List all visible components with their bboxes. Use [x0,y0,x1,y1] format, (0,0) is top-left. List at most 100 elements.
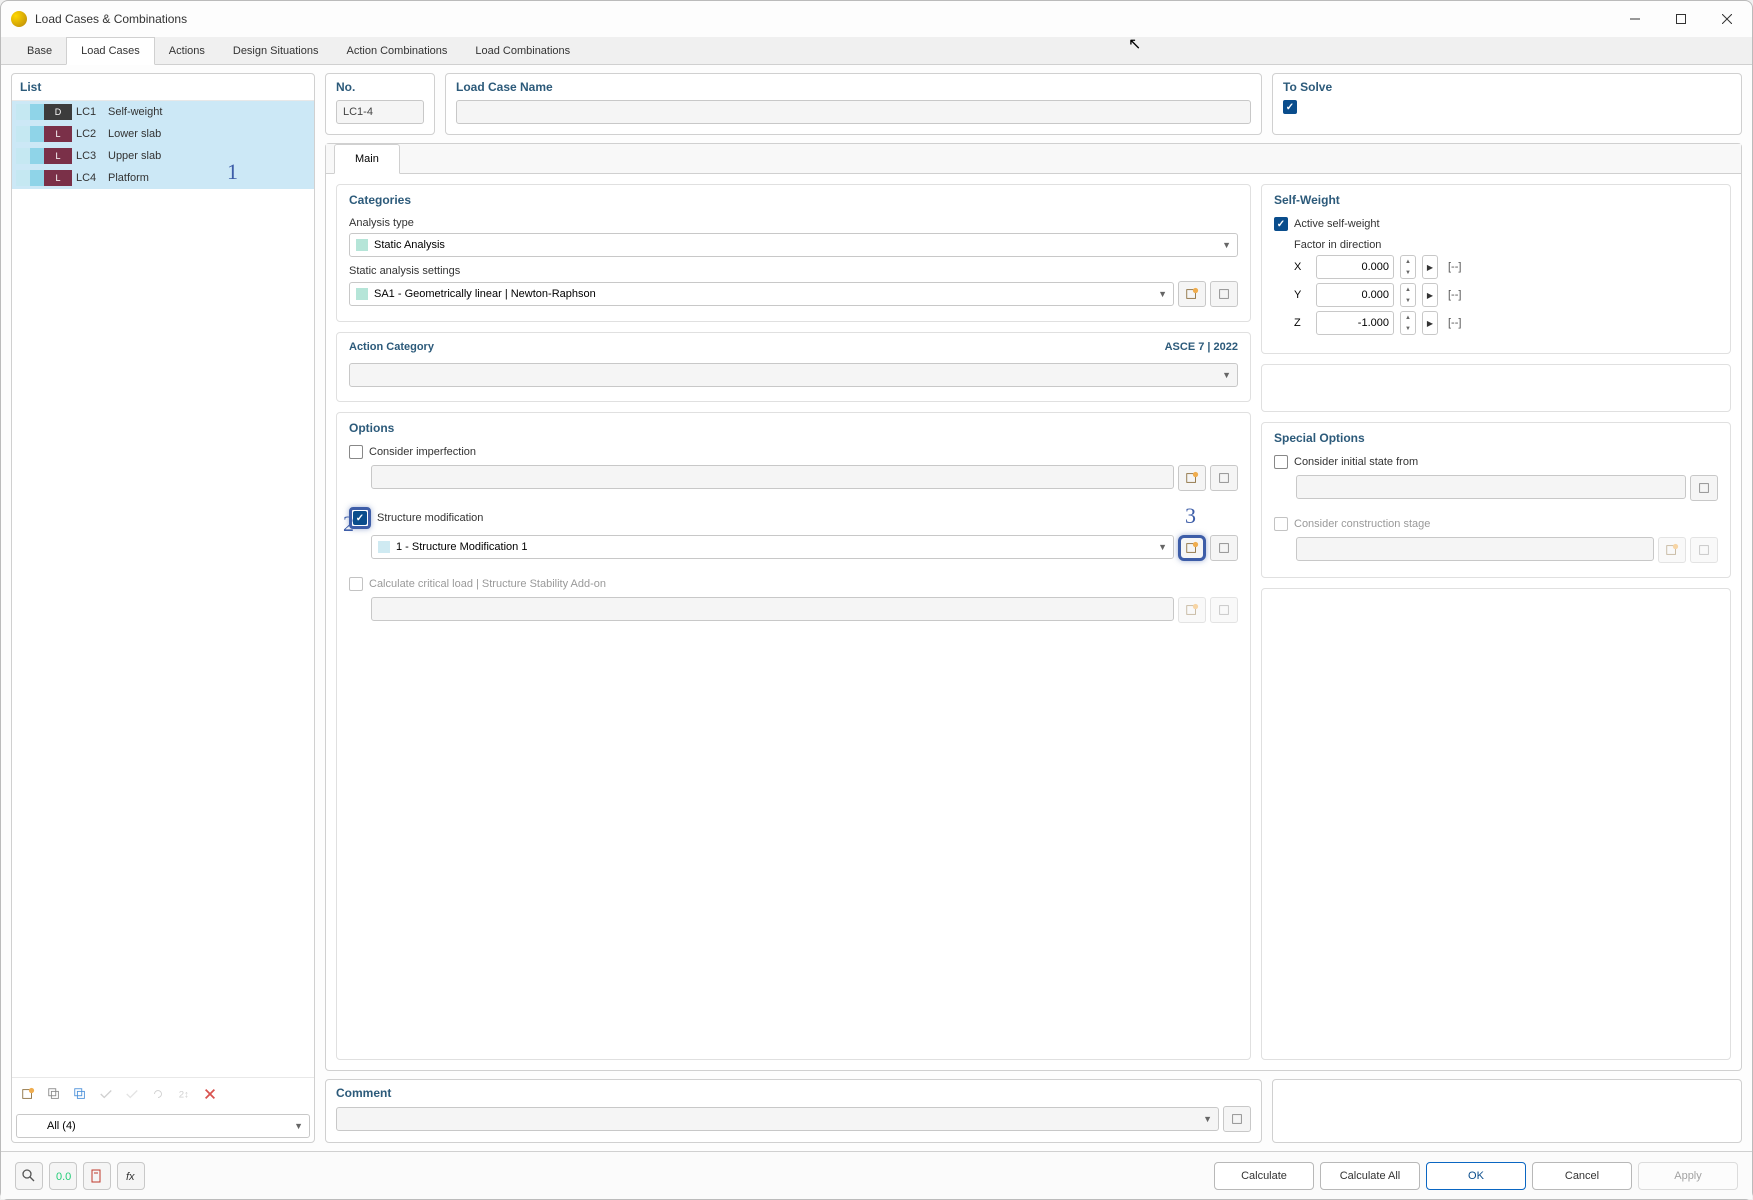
special-options-title: Special Options [1274,431,1718,445]
ok-button[interactable]: OK [1426,1162,1526,1190]
maximize-button[interactable] [1658,3,1704,35]
copy-special-button[interactable] [68,1082,92,1106]
comment-title: Comment [336,1086,1251,1100]
tab-load-cases[interactable]: Load Cases [66,37,155,65]
uncheck-all-button [120,1082,144,1106]
calculate-button[interactable]: Calculate [1214,1162,1314,1190]
tab-base[interactable]: Base [13,37,66,64]
cancel-button[interactable]: Cancel [1532,1162,1632,1190]
structure-modification-checkbox[interactable] [353,511,367,525]
initial-state-combo [1296,475,1686,499]
cursor-icon: ↖ [1128,34,1141,54]
delete-button[interactable] [198,1082,222,1106]
action-category-combo[interactable]: ▼ [349,363,1238,387]
solve-label: To Solve [1283,80,1731,94]
edit-structure-mod-button[interactable] [1210,535,1238,561]
new-imperfection-button[interactable] [1178,465,1206,491]
z-spinner[interactable]: ▲▼ [1400,311,1416,335]
edit-imperfection-button[interactable] [1210,465,1238,491]
analysis-type-combo[interactable]: Static Analysis ▼ [349,233,1238,257]
list-header: List [12,74,314,101]
new-critical-button [1178,597,1206,623]
z-unit: [--] [1448,317,1461,329]
name-input[interactable] [456,100,1251,124]
list-item[interactable]: L LC4 Platform [12,167,314,189]
x-spinner[interactable]: ▲▼ [1400,255,1416,279]
active-self-weight-checkbox[interactable] [1274,217,1288,231]
load-case-list: D LC1 Self-weight L LC2 Lower slab L LC3… [12,101,314,1077]
annotation-2: 2 [343,511,354,537]
units-icon-button[interactable]: 0.00 [49,1162,77,1190]
solve-checkbox[interactable] [1283,100,1297,114]
factor-direction-label: Factor in direction [1294,239,1718,251]
app-icon [11,11,27,27]
x-input[interactable] [1316,255,1394,279]
chevron-down-icon: ▼ [1158,542,1167,552]
y-spinner[interactable]: ▲▼ [1400,283,1416,307]
copy-item-button[interactable] [42,1082,66,1106]
close-button[interactable] [1704,3,1750,35]
imperfection-combo [371,465,1174,489]
active-self-weight-label: Active self-weight [1294,218,1380,230]
chevron-down-icon: ▼ [1222,370,1231,380]
svg-text:2↕: 2↕ [179,1090,189,1101]
tab-actions[interactable]: Actions [155,37,219,64]
new-structure-mod-button[interactable] [1178,535,1206,561]
edit-settings-button[interactable] [1210,281,1238,307]
consider-imperfection-label: Consider imperfection [369,446,476,458]
consider-imperfection-checkbox[interactable] [349,445,363,459]
chevron-down-icon: ▼ [1203,1114,1212,1124]
calculate-all-button[interactable]: Calculate All [1320,1162,1420,1190]
static-settings-combo[interactable]: SA1 - Geometrically linear | Newton-Raph… [349,282,1174,306]
list-code: LC1 [76,106,104,118]
critical-combo [371,597,1174,621]
tab-load-combinations[interactable]: Load Combinations [461,37,584,64]
minimize-button[interactable] [1612,3,1658,35]
tab-design-situations[interactable]: Design Situations [219,37,333,64]
construction-stage-label: Consider construction stage [1294,518,1430,530]
new-item-button[interactable] [16,1082,40,1106]
construction-stage-checkbox [1274,517,1288,531]
edit-comment-button[interactable] [1223,1106,1251,1132]
x-go-button[interactable]: ▶ [1422,255,1438,279]
z-input[interactable] [1316,311,1394,335]
chevron-down-icon: ▼ [1158,289,1167,299]
tab-action-combinations[interactable]: Action Combinations [332,37,461,64]
list-code: LC3 [76,150,104,162]
y-go-button[interactable]: ▶ [1422,283,1438,307]
options-title: Options [349,421,1238,435]
structure-modification-combo[interactable]: 1 - Structure Modification 1 ▼ [371,535,1174,559]
z-go-button[interactable]: ▶ [1422,311,1438,335]
report-icon-button[interactable] [83,1162,111,1190]
edit-construction-stage-button [1690,537,1718,563]
construction-stage-combo [1296,537,1654,561]
y-label: Y [1294,289,1310,301]
standard-label: ASCE 7 | 2022 [1165,341,1238,353]
initial-state-checkbox[interactable] [1274,455,1288,469]
list-code: LC4 [76,172,104,184]
chevron-down-icon: ▼ [1222,240,1231,250]
list-code: LC2 [76,128,104,140]
y-input[interactable] [1316,283,1394,307]
name-label: Load Case Name [456,80,1251,94]
list-filter-combo[interactable]: All (4) ▼ [16,1114,310,1138]
apply-button: Apply [1638,1162,1738,1190]
list-item[interactable]: L LC2 Lower slab [12,123,314,145]
svg-text:0.00: 0.00 [56,1171,71,1183]
annotation-3: 3 [1185,503,1196,529]
list-item[interactable]: L LC3 Upper slab [12,145,314,167]
comment-combo[interactable]: ▼ [336,1107,1219,1131]
function-icon-button[interactable]: fx [117,1162,145,1190]
list-item[interactable]: D LC1 Self-weight [12,101,314,123]
main-tabs: Base Load Cases Actions Design Situation… [1,37,1752,65]
chevron-down-icon: ▼ [294,1121,303,1131]
annotation-1: 1 [227,159,238,185]
new-construction-stage-button [1658,537,1686,563]
edit-initial-state-button[interactable] [1690,475,1718,501]
no-input[interactable] [336,100,424,124]
initial-state-label: Consider initial state from [1294,456,1418,468]
search-icon-button[interactable] [15,1162,43,1190]
new-settings-button[interactable] [1178,281,1206,307]
sub-tab-main[interactable]: Main [334,144,400,174]
check-all-button [94,1082,118,1106]
